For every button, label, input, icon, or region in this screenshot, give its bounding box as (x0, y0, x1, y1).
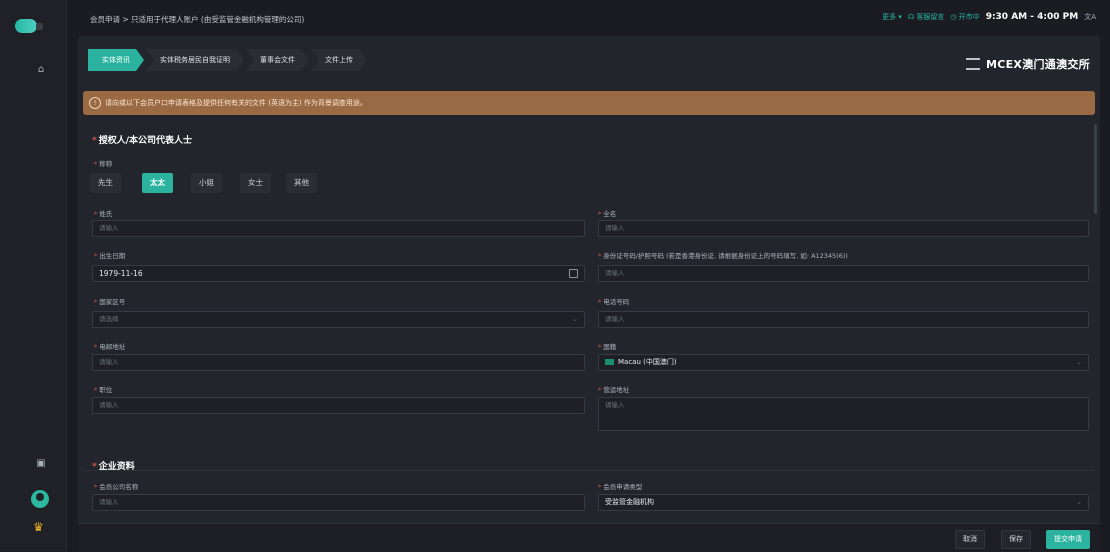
market-status: ◷ 开市中 (950, 13, 980, 21)
customer-service-link[interactable]: ☊ 客服留言 (908, 12, 944, 22)
dob-input[interactable]: 1979-11-16 (92, 265, 585, 282)
address-textarea[interactable]: 请输入 (598, 397, 1089, 431)
salutation-label: * 称称 (94, 160, 113, 168)
fullname-label: * 全名 (598, 210, 617, 218)
salutation-ms[interactable]: 女士 (240, 173, 271, 193)
member-type-value: 受监管金融机构 (605, 498, 654, 506)
sidebar: ⌂ ▣ ♛ (0, 0, 67, 551)
country-code-select[interactable]: 请选择 ⌄ (92, 311, 585, 328)
document-icon[interactable]: ▣ (35, 458, 47, 470)
salutation-miss[interactable]: 小姐 (191, 173, 222, 193)
brand-logo-icon (965, 58, 980, 70)
dob-value: 1979-11-16 (99, 269, 143, 278)
step-board-documents[interactable]: 董事会文件 (246, 49, 309, 71)
more-menu[interactable]: 更多 ▾ (882, 12, 902, 22)
scrollbar[interactable] (1094, 124, 1097, 214)
warning-icon: ! (89, 97, 101, 109)
member-type-label: * 会员申请类型 (598, 483, 643, 491)
sidebar-toggle-icon[interactable] (36, 23, 43, 30)
section-title-authorized-person: * 授权人/本公司代表人士 (92, 133, 192, 146)
surname-input[interactable]: 请输入 (92, 220, 585, 237)
notice-banner: ! 请向或以下会员户口申请表格及提供任何有关的文件 (英语为主) 作为背景调查用… (83, 91, 1095, 115)
brand: MCEX澳门通澳交所 (965, 56, 1090, 72)
crown-icon[interactable]: ♛ (33, 520, 44, 534)
step-file-upload[interactable]: 文件上传 (311, 49, 367, 71)
position-label: * 职位 (94, 386, 113, 394)
dob-label: * 出生日期 (94, 252, 126, 260)
avatar[interactable] (31, 490, 49, 508)
app-logo[interactable] (15, 19, 37, 33)
submit-button[interactable]: 提交申请 (1046, 530, 1090, 549)
section-title-text: 企业资料 (98, 462, 135, 472)
top-right-controls: 更多 ▾ ☊ 客服留言 ◷ 开市中 9:30 AM - 4:00 PM 文A (882, 12, 1096, 22)
macau-flag-icon (605, 359, 614, 365)
step-tax-self-cert[interactable]: 实体税务居民自我证明 (146, 49, 244, 71)
chevron-down-icon: ⌄ (1076, 498, 1082, 506)
country-code-label: * 国家区号 (94, 298, 126, 306)
main-panel: 实体资讯 实体税务居民自我证明 董事会文件 文件上传 MCEX澳门通澳交所 ! … (78, 36, 1100, 550)
home-icon[interactable]: ⌂ (35, 64, 47, 76)
step-tabs: 实体资讯 实体税务居民自我证明 董事会文件 文件上传 (88, 49, 369, 71)
required-mark: * (92, 136, 97, 146)
member-type-select[interactable]: 受监管金融机构 ⌄ (598, 494, 1089, 511)
company-name-input[interactable]: 请输入 (92, 494, 585, 511)
nationality-value: Macau (中国澳门) (618, 358, 677, 366)
salutation-mr[interactable]: 先生 (90, 173, 121, 193)
id-label: * 身份证号码/护照号码 (若是香港身份证, 请根据身份证上的号码填写, 如: A… (598, 252, 848, 260)
id-input[interactable]: 请输入 (598, 265, 1089, 282)
brand-name: MCEX澳门通澳交所 (985, 58, 1090, 71)
email-label: * 电邮地址 (94, 343, 126, 351)
company-name-label: * 会员公司名称 (94, 483, 139, 491)
trading-hours: 9:30 AM - 4:00 PM (985, 12, 1079, 22)
salutation-other[interactable]: 其他 (286, 173, 317, 193)
surname-label: * 姓氏 (94, 210, 113, 218)
address-label: * 营运地址 (598, 386, 630, 394)
breadcrumb: 会员申请 > 只适用于代理人账户 (由受监管金融机构管理的公司) (90, 15, 305, 24)
section-divider (83, 470, 1095, 471)
chevron-down-icon: ⌄ (572, 315, 578, 323)
section-title-text: 授权人/本公司代表人士 (98, 136, 193, 146)
fullname-input[interactable]: 请输入 (598, 220, 1089, 237)
chevron-down-icon: ⌄ (1076, 358, 1082, 366)
notice-text: 请向或以下会员户口申请表格及提供任何有关的文件 (英语为主) 作为背景调查用途。 (105, 99, 367, 107)
cancel-button[interactable]: 取消 (955, 530, 985, 549)
section-title-company: * 企业资料 (92, 459, 135, 472)
save-button[interactable]: 保存 (1001, 530, 1031, 549)
step-entity-info[interactable]: 实体资讯 (88, 49, 144, 71)
required-mark: * (92, 462, 97, 472)
language-icon[interactable]: 文A (1084, 12, 1096, 22)
top-bar: 会员申请 > 只适用于代理人账户 (由受监管金融机构管理的公司) 更多 ▾ ☊ … (78, 8, 1110, 30)
action-bar: 取消 保存 提交申请 (78, 523, 1100, 552)
country-code-placeholder: 请选择 (99, 315, 119, 323)
salutation-mrs[interactable]: 太太 (142, 173, 173, 193)
nationality-label: * 国籍 (598, 343, 617, 351)
calendar-icon[interactable] (569, 269, 578, 278)
nationality-select[interactable]: Macau (中国澳门) ⌄ (598, 354, 1089, 371)
phone-label: * 电话号码 (598, 298, 630, 306)
phone-input[interactable]: 请输入 (598, 311, 1089, 328)
email-input[interactable]: 请输入 (92, 354, 585, 371)
position-input[interactable]: 请输入 (92, 397, 585, 414)
